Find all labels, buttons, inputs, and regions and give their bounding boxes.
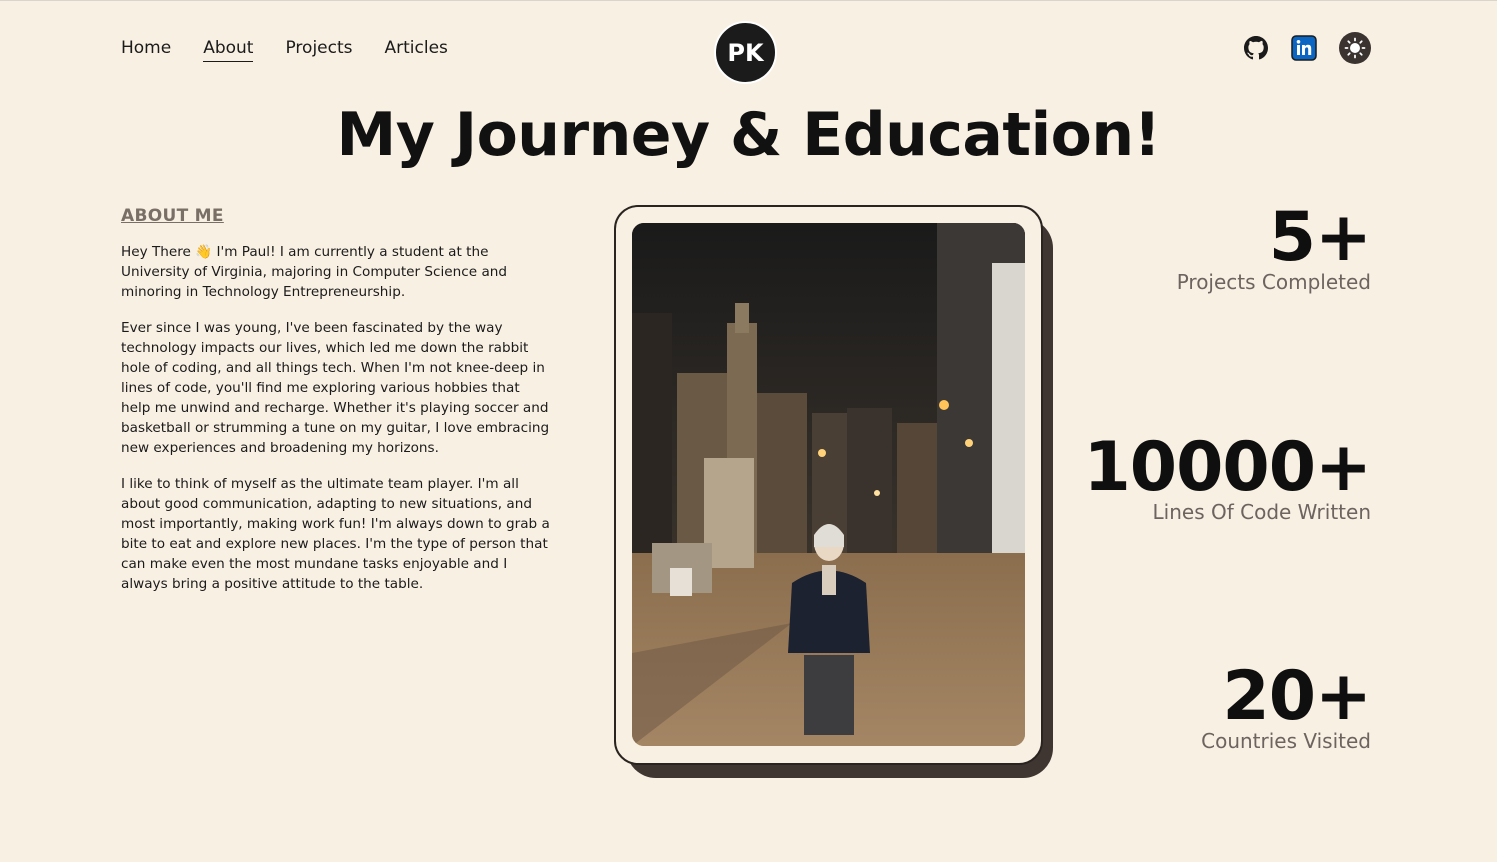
page-title: My Journey & Education!	[336, 100, 1161, 170]
theme-toggle-button[interactable]	[1339, 32, 1371, 64]
nav-articles-link[interactable]: Articles	[385, 37, 448, 62]
nav-home-link[interactable]: Home	[121, 37, 171, 62]
profile-photo	[632, 223, 1025, 746]
logo[interactable]: PK	[714, 21, 777, 84]
linkedin-icon[interactable]	[1291, 35, 1317, 61]
about-section: About Me Hey There 👋 I'm Paul! I am curr…	[121, 206, 553, 610]
stat-value: 20+	[1222, 657, 1372, 736]
github-icon[interactable]	[1243, 35, 1269, 61]
about-paragraph-1: Hey There 👋 I'm Paul! I am currently a s…	[121, 244, 508, 300]
about-paragraph-3: I like to think of myself as the ultimat…	[121, 476, 550, 592]
stat-countries: 20+ Countries Visited	[1201, 657, 1372, 754]
sun-icon	[1344, 37, 1366, 59]
about-paragraph-2: Ever since I was young, I've been fascin…	[121, 320, 550, 456]
stat-label: Countries Visited	[1201, 729, 1371, 753]
stat-lines-of-code: 10000+ Lines Of Code Written	[1083, 428, 1372, 525]
nav-about-link[interactable]: About	[203, 37, 254, 62]
social-links	[1243, 32, 1371, 64]
about-heading: About Me	[121, 206, 224, 226]
stat-value: 10000+	[1083, 428, 1372, 507]
stat-value: 5+	[1268, 198, 1372, 277]
nav-projects-link[interactable]: Projects	[285, 37, 352, 62]
stat-projects: 5+ Projects Completed	[1176, 198, 1372, 295]
main-nav: Home About Projects Articles	[121, 37, 448, 62]
stat-label: Projects Completed	[1176, 270, 1371, 294]
top-border	[0, 0, 1497, 1]
